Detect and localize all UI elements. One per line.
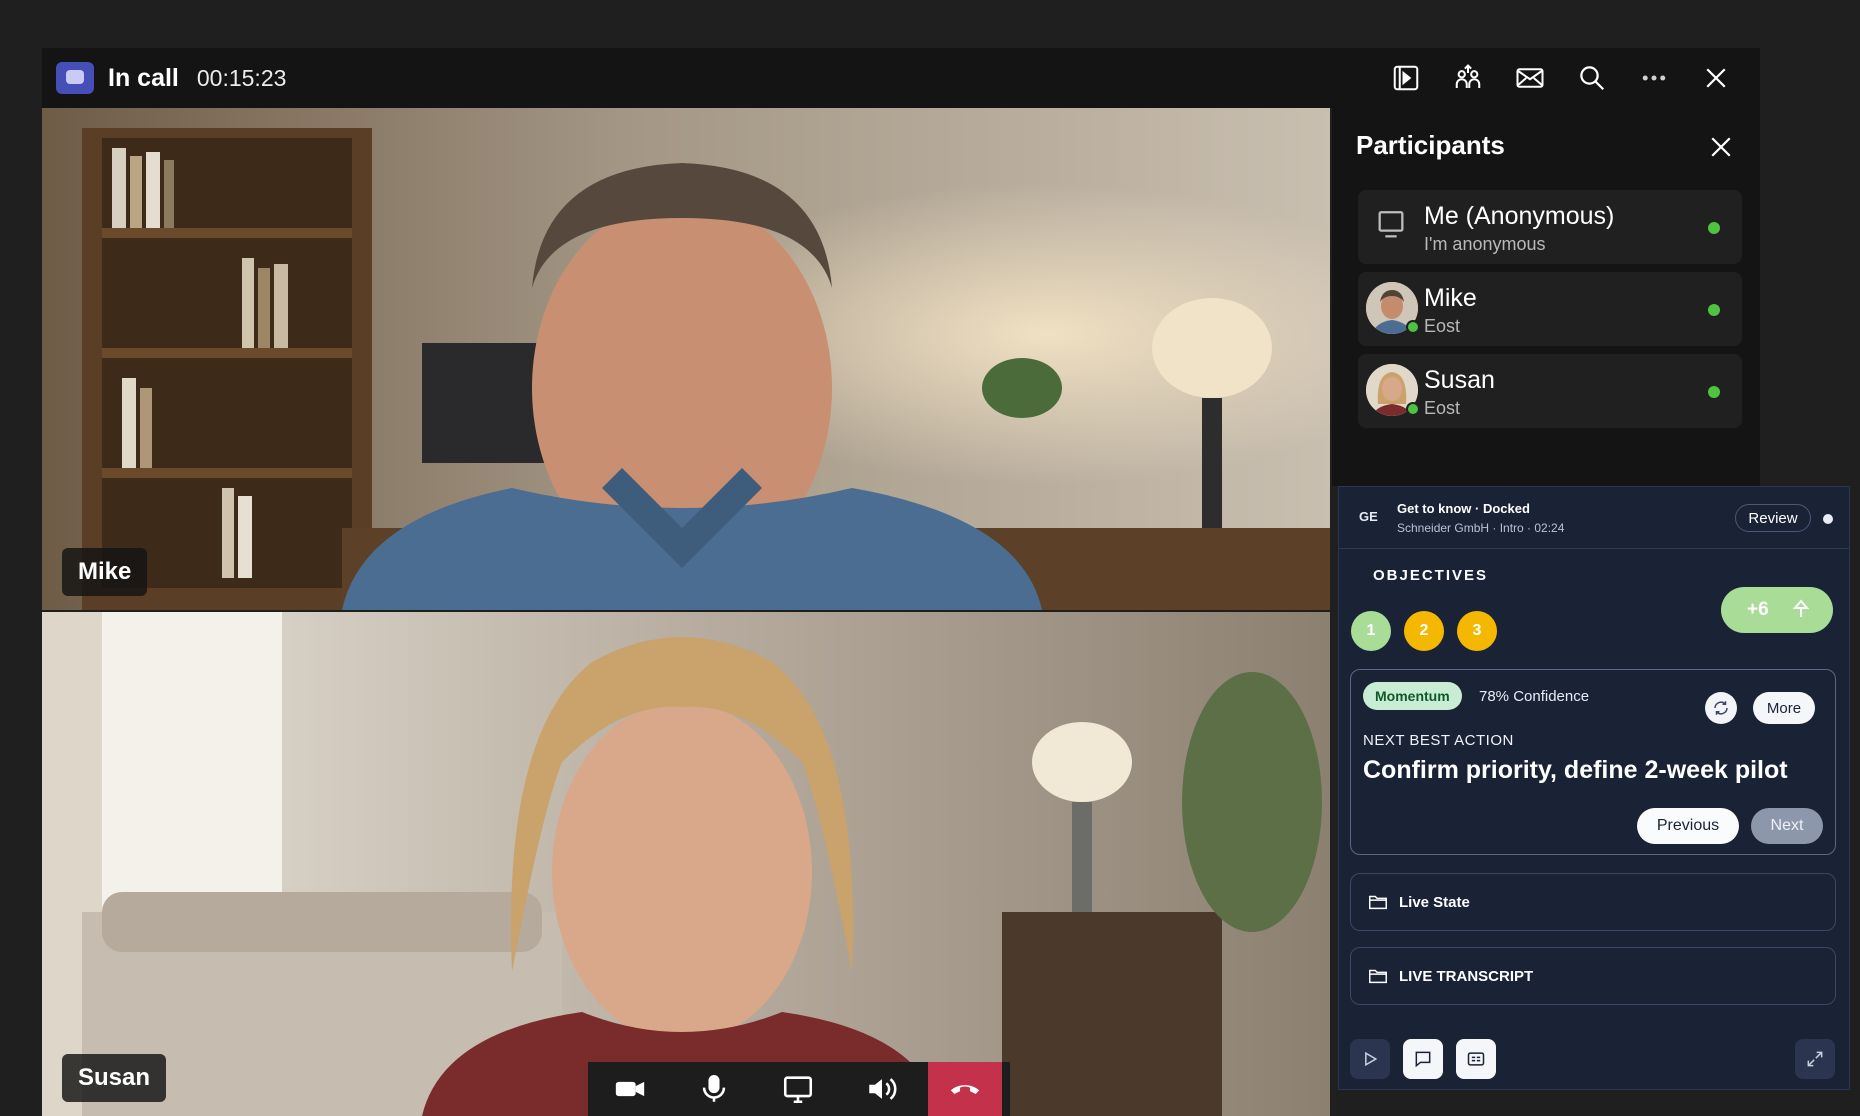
online-indicator	[1708, 304, 1720, 316]
coaching-footer	[1339, 1027, 1849, 1089]
next-best-action-text: Confirm priority, define 2-week pilot	[1363, 756, 1788, 784]
participant-name: Me (Anonymous)	[1424, 202, 1615, 230]
account-initials: GE	[1359, 509, 1378, 524]
folder-icon	[1369, 969, 1387, 984]
online-indicator	[1708, 222, 1720, 234]
camera-icon[interactable]	[588, 1062, 672, 1116]
video-feed-susan	[42, 612, 1330, 1116]
participant-status: Eost	[1424, 398, 1461, 418]
participants-title: Participants	[1356, 130, 1505, 160]
presence-dot	[1406, 402, 1420, 416]
call-timer: 00:15:23	[196, 64, 287, 91]
momentum-badge: Momentum	[1363, 682, 1462, 710]
title-bar: In call 00:15:23	[42, 48, 1760, 108]
video-tile-susan: Susan	[42, 612, 1330, 1116]
section-label: Live State	[1399, 893, 1470, 911]
more-objectives-count: +6	[1747, 599, 1769, 620]
mail-icon[interactable]	[1510, 58, 1550, 98]
refresh-icon[interactable]	[1705, 692, 1737, 724]
online-indicator	[1708, 386, 1720, 398]
device-icon	[1378, 211, 1404, 238]
video-tile-mike: Mike	[42, 108, 1330, 610]
participants-panel: Participants Me (Anonymous) I'm anonymou…	[1332, 108, 1760, 486]
microphone-icon[interactable]	[672, 1062, 756, 1116]
participant-name: Mike	[1424, 284, 1477, 312]
presence-dot	[1406, 320, 1420, 334]
live-state-section[interactable]: Live State	[1350, 873, 1836, 931]
participant-mike[interactable]: Mike Eost	[1358, 272, 1742, 346]
review-button[interactable]: Review	[1735, 504, 1811, 532]
expand-icon[interactable]	[1795, 1039, 1835, 1079]
previous-button[interactable]: Previous	[1637, 808, 1739, 844]
upload-arrow-icon	[1792, 599, 1810, 617]
objective-2[interactable]: 2	[1404, 611, 1444, 651]
participant-status: Eost	[1424, 316, 1461, 336]
next-best-action-label: NEXT BEST ACTION	[1363, 732, 1514, 749]
chat-icon[interactable]	[1403, 1039, 1443, 1079]
coaching-subtitle: Schneider GmbH · Intro · 02:24	[1397, 521, 1565, 535]
call-status-title: In call	[108, 63, 179, 92]
name-tag-susan: Susan	[62, 1054, 167, 1102]
next-button[interactable]: Next	[1751, 808, 1823, 844]
objectives-label: OBJECTIVES	[1373, 567, 1489, 584]
participant-status: I'm anonymous	[1424, 234, 1546, 254]
hang-up-icon[interactable]	[928, 1062, 1002, 1116]
participant-susan[interactable]: Susan Eost	[1358, 354, 1742, 428]
share-tray-icon[interactable]	[1386, 58, 1426, 98]
coaching-title: Get to know · Docked	[1397, 501, 1530, 516]
coaching-panel: GE Get to know · Docked Schneider GmbH ·…	[1338, 486, 1850, 1090]
close-participants-icon[interactable]	[1706, 132, 1736, 162]
people-share-icon[interactable]	[1448, 58, 1488, 98]
objective-1[interactable]: 1	[1351, 611, 1391, 651]
participant-name: Susan	[1424, 366, 1495, 394]
search-icon[interactable]	[1572, 58, 1612, 98]
name-tag-mike: Mike	[62, 548, 148, 596]
call-controls	[588, 1062, 1010, 1116]
next-best-action-card: Momentum 78% Confidence More NEXT BEST A…	[1350, 669, 1836, 855]
more-icon[interactable]	[1634, 58, 1674, 98]
status-dot	[1823, 514, 1833, 524]
share-screen-icon[interactable]	[756, 1062, 840, 1116]
folder-icon	[1369, 895, 1387, 910]
video-feed-mike	[42, 108, 1330, 610]
teams-logo-icon	[56, 62, 94, 94]
objective-3[interactable]: 3	[1457, 611, 1497, 651]
more-objectives-button[interactable]: +6	[1721, 587, 1833, 633]
confidence-text: 78% Confidence	[1479, 688, 1590, 705]
play-icon[interactable]	[1350, 1039, 1390, 1079]
captions-icon[interactable]	[1456, 1039, 1496, 1079]
more-button[interactable]: More	[1753, 692, 1815, 724]
section-label: LIVE TRANSCRIPT	[1399, 967, 1534, 985]
speaker-icon[interactable]	[840, 1062, 924, 1116]
coaching-header: GE Get to know · Docked Schneider GmbH ·…	[1339, 487, 1849, 549]
live-transcript-section[interactable]: LIVE TRANSCRIPT	[1350, 947, 1836, 1005]
call-window: In call 00:15:23 Mike Susan Participants…	[0, 0, 1860, 1116]
participant-me[interactable]: Me (Anonymous) I'm anonymous	[1358, 190, 1742, 264]
close-icon[interactable]	[1696, 58, 1736, 98]
